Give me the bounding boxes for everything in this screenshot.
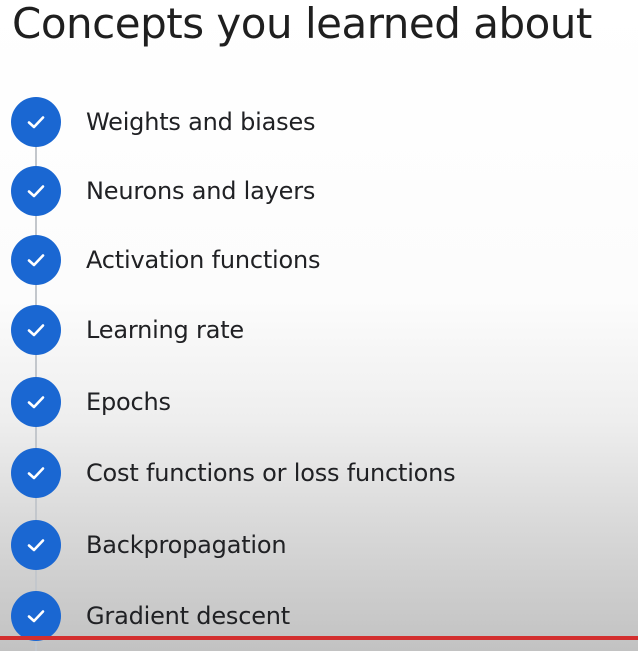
- list-item: Backpropagation: [11, 520, 611, 570]
- check-circle-icon: [11, 591, 61, 641]
- list-item: Weights and biases: [11, 97, 611, 147]
- list-item-label: Cost functions or loss functions: [86, 459, 456, 487]
- check-circle-icon: [11, 305, 61, 355]
- video-frame[interactable]: Concepts you learned about Weights and b…: [0, 0, 638, 651]
- video-progress-fill: [0, 636, 638, 640]
- check-circle-icon: [11, 377, 61, 427]
- concept-checklist: Weights and biases Neurons and layers Ac…: [0, 0, 638, 651]
- list-item: Neurons and layers: [11, 166, 611, 216]
- check-circle-icon: [11, 520, 61, 570]
- list-item: Epochs: [11, 377, 611, 427]
- list-item-label: Activation functions: [86, 246, 321, 274]
- list-item-label: Neurons and layers: [86, 177, 316, 205]
- list-item-label: Backpropagation: [86, 531, 287, 559]
- list-item: Cost functions or loss functions: [11, 448, 611, 498]
- list-item-label: Learning rate: [86, 316, 244, 344]
- video-progress-bar[interactable]: [0, 636, 638, 640]
- check-circle-icon: [11, 448, 61, 498]
- list-item-label: Gradient descent: [86, 602, 290, 630]
- list-item: Learning rate: [11, 305, 611, 355]
- list-item: Activation functions: [11, 235, 611, 285]
- check-circle-icon: [11, 166, 61, 216]
- list-item-label: Weights and biases: [86, 108, 316, 136]
- list-item-label: Epochs: [86, 388, 171, 416]
- check-circle-icon: [11, 97, 61, 147]
- list-item: Gradient descent: [11, 591, 611, 641]
- check-circle-icon: [11, 235, 61, 285]
